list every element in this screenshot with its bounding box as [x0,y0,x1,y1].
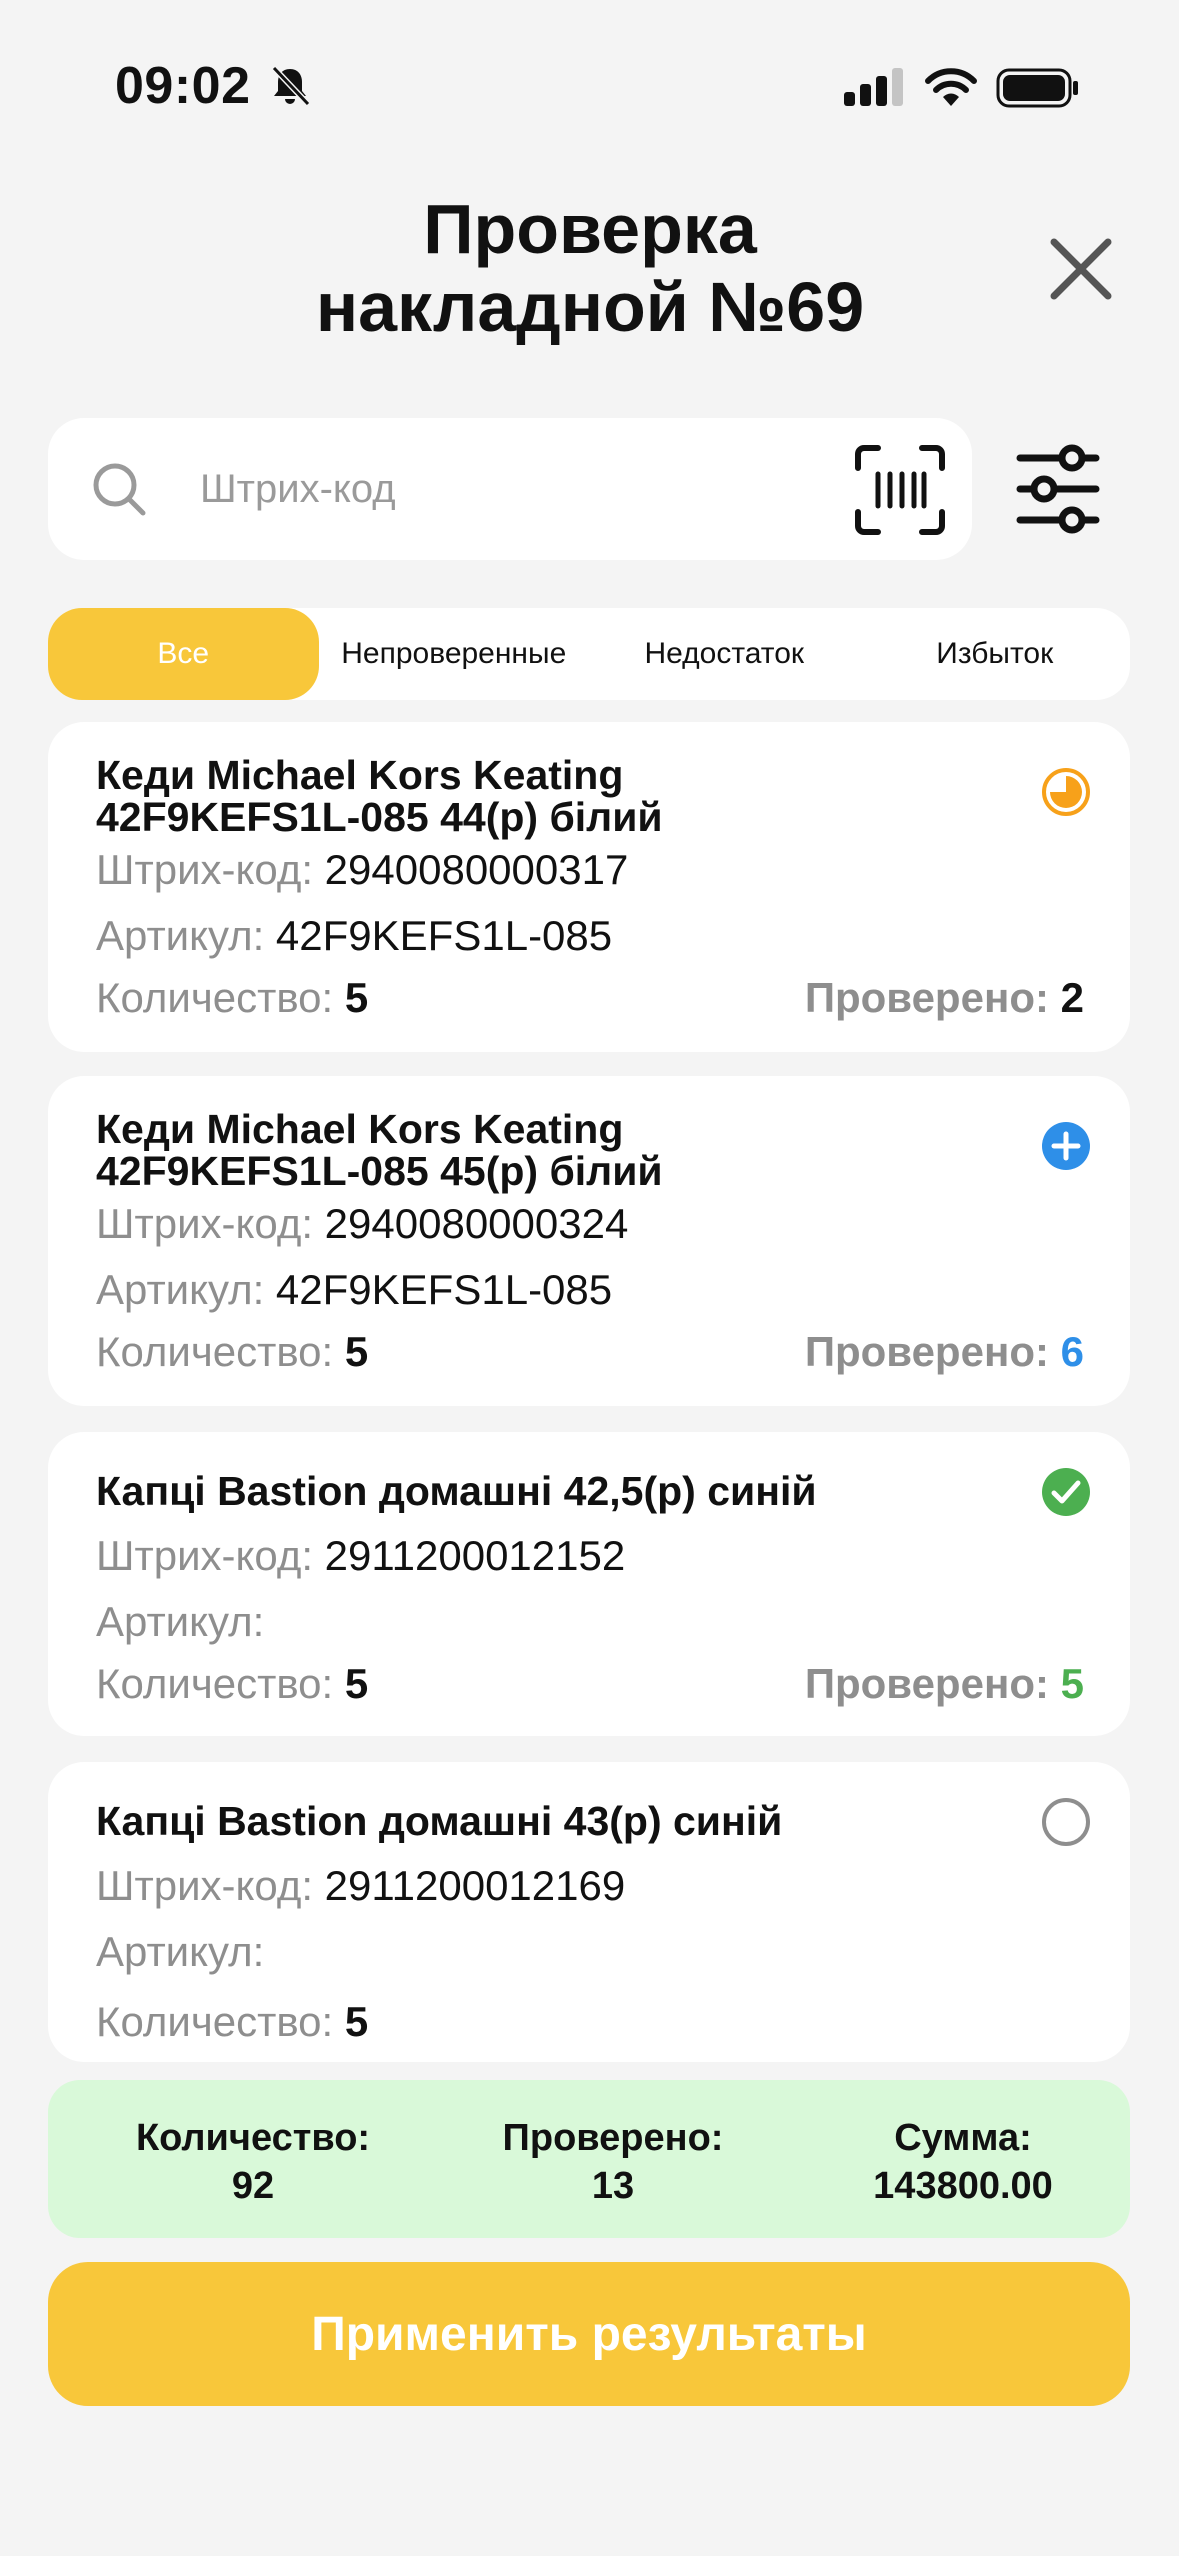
page-title: Проверка накладной №69 [190,190,990,346]
invoice-check-screen: 09:02 Проверка накладной №69 Штрих-код В… [0,0,1179,2556]
quantity-value: 5 [344,1660,369,1707]
barcode-value: 2911200012152 [324,1532,626,1579]
summary-quantity: Количество: 92 [108,2114,398,2210]
summary-checked-value: 13 [591,2165,635,2207]
barcode-line: Штрих-код: 2911200012169 [96,1862,625,1910]
checked-value: 6 [1060,1328,1084,1375]
check-circle-icon [1042,1468,1090,1516]
quantity-line: Количество: 5 [96,974,368,1022]
product-card[interactable]: Кеди Michael Kors Keating 42F9KEFS1L-085… [48,722,1130,1052]
checked-label: Проверено: [804,974,1049,1021]
quantity-value: 5 [344,1998,369,2045]
product-title-line1: Капці Bastion домашні 43(р) синій [96,1798,783,1844]
bell-muted-icon [271,65,311,107]
quantity-label: Количество: [96,1660,334,1707]
article-value: 42F9KEFS1L-085 [275,1266,613,1313]
article-line: Артикул: [96,1928,264,1976]
summary-checked: Проверено: 13 [468,2114,758,2210]
page-title-line2: накладной №69 [315,268,865,346]
apply-results-button[interactable]: Применить результаты [48,2262,1130,2406]
barcode-value: 2940080000324 [324,1200,629,1247]
summary-sum-label: Сумма: [894,2117,1032,2159]
wifi-icon [925,68,977,106]
summary-panel: Количество: 92 Проверено: 13 Сумма: 1438… [48,2080,1130,2238]
product-title-line2: 42F9KEFS1L-085 44(р) білий [96,794,663,840]
product-title-line1: Капці Bastion домашні 42,5(р) синій [96,1468,817,1514]
search-bar [48,418,972,560]
empty-circle-icon [1042,1798,1090,1846]
partial-clock-icon [1042,768,1090,816]
barcode-label: Штрих-код: [96,1200,313,1247]
summary-checked-label: Проверено: [502,2117,724,2159]
product-card[interactable]: Капці Bastion домашні 43(р) синій Штрих-… [48,1762,1130,2062]
product-card[interactable]: Капці Bastion домашні 42,5(р) синій Штри… [48,1432,1130,1736]
product-title-line1: Кеди Michael Kors Keating [96,752,624,798]
page-title-line1: Проверка [423,190,757,268]
product-title-line2: 42F9KEFS1L-085 45(р) білий [96,1148,663,1194]
checked-line: Проверено: 6 [805,1328,1084,1376]
barcode-line: Штрих-код: 2911200012152 [96,1532,625,1580]
product-title: Кеди Michael Kors Keating 42F9KEFS1L-085… [96,754,1016,838]
product-title: Кеди Michael Kors Keating 42F9KEFS1L-085… [96,1108,1016,1192]
article-label: Артикул: [96,912,265,959]
quantity-value: 5 [344,974,369,1021]
summary-quantity-value: 92 [231,2165,275,2207]
checked-value: 2 [1060,974,1084,1021]
quantity-value: 5 [344,1328,369,1375]
cellular-signal-icon [844,68,903,106]
product-title: Капці Bastion домашні 42,5(р) синій [96,1470,1016,1512]
checked-label: Проверено: [804,1328,1049,1375]
quantity-label: Количество: [96,974,334,1021]
summary-sum: Сумма: 143800.00 [818,2114,1108,2210]
tab-all[interactable]: Все [48,608,319,700]
quantity-line: Количество: 5 [96,1998,368,2046]
checked-line: Проверено: 5 [805,1660,1084,1708]
article-label: Артикул: [96,1928,265,1975]
tab-surplus[interactable]: Избыток [860,608,1131,700]
filter-tabs: Все Непроверенные Недостаток Избыток [48,608,1130,700]
barcode-search-input[interactable] [200,454,840,524]
plus-circle-icon [1042,1122,1090,1170]
tab-unchecked[interactable]: Непроверенные [319,608,590,700]
filter-settings-icon[interactable] [1016,444,1100,534]
barcode-label: Штрих-код: [96,1862,313,1909]
article-label: Артикул: [96,1266,265,1313]
barcode-value: 2911200012169 [324,1862,626,1909]
checked-value: 5 [1060,1660,1084,1707]
checked-line: Проверено: 2 [805,974,1084,1022]
status-bar: 09:02 [0,0,1179,170]
article-value: 42F9KEFS1L-085 [275,912,613,959]
quantity-line: Количество: 5 [96,1328,368,1376]
quantity-label: Количество: [96,1328,334,1375]
article-line: Артикул: 42F9KEFS1L-085 [96,1266,612,1314]
product-card[interactable]: Кеди Michael Kors Keating 42F9KEFS1L-085… [48,1076,1130,1406]
barcode-line: Штрих-код: 2940080000324 [96,1200,628,1248]
barcode-label: Штрих-код: [96,846,313,893]
tab-shortage[interactable]: Недостаток [589,608,860,700]
checked-label: Проверено: [804,1660,1049,1707]
product-title: Капці Bastion домашні 43(р) синій [96,1800,1016,1842]
summary-sum-value: 143800.00 [873,2165,1053,2207]
quantity-label: Количество: [96,1998,334,2045]
barcode-label: Штрих-код: [96,1532,313,1579]
battery-icon [996,68,1078,108]
article-label: Артикул: [96,1598,265,1645]
summary-quantity-label: Количество: [135,2117,371,2159]
barcode-value: 2940080000317 [324,846,629,893]
barcode-scan-icon[interactable] [854,444,946,536]
quantity-line: Количество: 5 [96,1660,368,1708]
barcode-line: Штрих-код: 2940080000317 [96,846,628,894]
status-time: 09:02 [115,57,251,115]
search-icon [93,463,146,516]
product-title-line1: Кеди Michael Kors Keating [96,1106,624,1152]
article-line: Артикул: 42F9KEFS1L-085 [96,912,612,960]
close-icon[interactable] [1048,236,1114,302]
article-line: Артикул: [96,1598,264,1646]
